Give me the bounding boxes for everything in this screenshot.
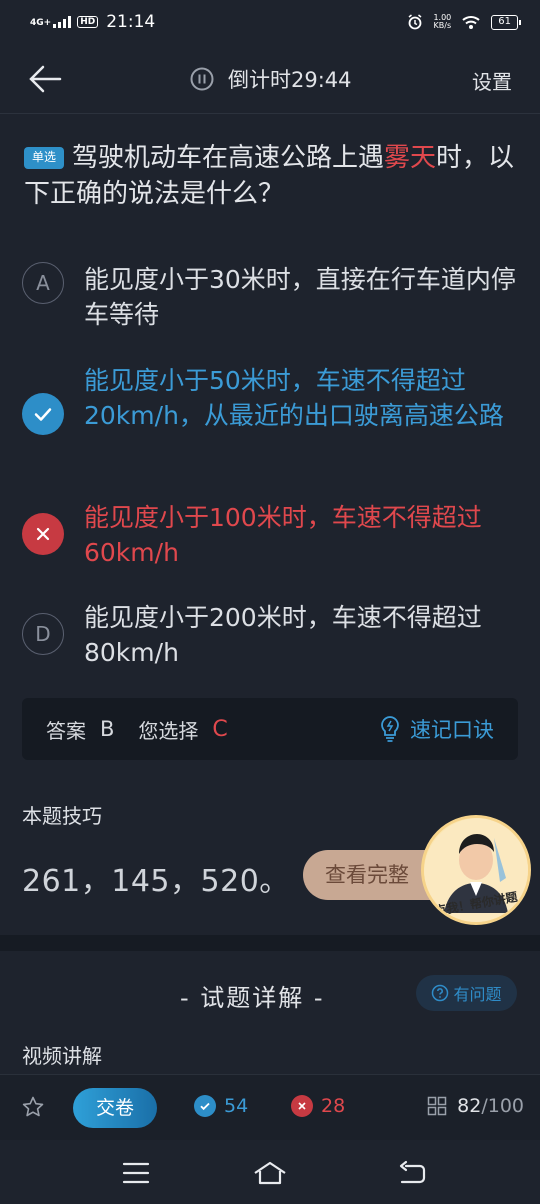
network-speed: 1.00 KB/s <box>433 13 452 30</box>
wrong-count-value: 28 <box>321 1095 346 1117</box>
question-type-tag: 单选 <box>24 147 65 169</box>
ask-question-button[interactable]: 有问题 <box>416 975 517 1011</box>
pause-icon[interactable] <box>190 67 214 91</box>
back-arrow-icon[interactable] <box>28 64 62 94</box>
selected-answer: C <box>212 716 228 742</box>
question-text: 单选 驾驶机动车在高速公路上遇雾天时，以下正确的说法是什么？ <box>24 140 520 212</box>
option-b[interactable]: 能见度小于50米时，车速不得超过20km/h，从最近的出口驶离高速公路 <box>22 363 518 435</box>
timer-label: 倒计时29:44 <box>228 68 352 92</box>
option-a-letter: A <box>22 262 64 304</box>
menu-icon[interactable] <box>120 1160 152 1186</box>
countdown-timer[interactable]: 倒计时29:44 <box>190 64 352 94</box>
correct-count: 54 <box>194 1095 248 1117</box>
question-mark-icon <box>432 984 449 1002</box>
option-d-text: 能见度小于200米时，车速不得超过80km/h <box>84 603 482 667</box>
check-icon <box>22 393 64 435</box>
option-d[interactable]: D 能见度小于200米时，车速不得超过80km/h <box>22 600 518 670</box>
battery-icon: 61 <box>491 14 521 30</box>
status-bar: 4G+ HD 21:14 1.00 KB/s 61 <box>0 0 540 44</box>
mnemonic-label: 速记口诀 <box>410 718 494 742</box>
progress-total: /100 <box>481 1095 524 1117</box>
hd-badge: HD <box>77 16 99 28</box>
question-highlight: 雾天 <box>384 143 437 173</box>
selected-label: 您选择 <box>138 718 199 743</box>
bottom-bar: 交卷 54 28 82/100 <box>0 1074 540 1140</box>
tips-title: 本题技巧 <box>22 804 102 828</box>
option-c[interactable]: 能见度小于100米时，车速不得超过60km/h <box>22 500 518 570</box>
home-icon[interactable] <box>252 1160 288 1186</box>
option-d-letter: D <box>22 613 64 655</box>
lightbulb-icon <box>381 716 399 742</box>
tips-text: 261，145，520。 <box>22 864 290 899</box>
clock: 21:14 <box>106 12 156 32</box>
answer-bar: 答案 B 您选择 C 速记口诀 <box>22 698 518 760</box>
detail-title: - 试题详解 - <box>180 984 325 1012</box>
progress-indicator[interactable]: 82/100 <box>427 1095 524 1117</box>
video-section-title: 视频讲解 <box>22 1044 102 1068</box>
option-c-text: 能见度小于100米时，车速不得超过60km/h <box>84 503 482 567</box>
correct-answer: B <box>100 717 115 741</box>
system-nav-bar <box>0 1140 540 1204</box>
answer-label: 答案 <box>46 718 86 743</box>
question-text-before: 驾驶机动车在高速公路上遇 <box>72 143 385 173</box>
option-a[interactable]: A 能见度小于30米时，直接在行车道内停车等待 <box>22 262 518 332</box>
option-a-text: 能见度小于30米时，直接在行车道内停车等待 <box>84 265 516 329</box>
star-icon[interactable] <box>21 1095 45 1119</box>
grid-icon <box>427 1096 447 1116</box>
mnemonic-button[interactable]: 速记口诀 <box>378 714 494 744</box>
tutor-avatar[interactable]: 点我！帮你讲题 <box>421 815 531 925</box>
back-nav-icon[interactable] <box>396 1160 428 1186</box>
x-circle-icon <box>291 1095 313 1117</box>
network-type: 4G+ <box>30 18 52 28</box>
submit-button[interactable]: 交卷 <box>73 1088 157 1128</box>
signal-indicator: 4G+ <box>30 16 72 28</box>
progress-current: 82 <box>457 1095 482 1117</box>
cross-icon <box>22 513 64 555</box>
check-circle-icon <box>194 1095 216 1117</box>
wrong-count: 28 <box>291 1095 345 1117</box>
option-b-text: 能见度小于50米时，车速不得超过20km/h，从最近的出口驶离高速公路 <box>84 366 504 430</box>
signal-bars-icon <box>53 16 72 28</box>
section-divider <box>0 935 540 951</box>
alarm-icon <box>408 14 422 30</box>
ask-question-label: 有问题 <box>453 985 502 1004</box>
settings-button[interactable]: 设置 <box>472 66 512 95</box>
top-bar: 倒计时29:44 设置 <box>0 44 540 114</box>
correct-count-value: 54 <box>224 1095 249 1117</box>
wifi-icon <box>462 16 480 29</box>
